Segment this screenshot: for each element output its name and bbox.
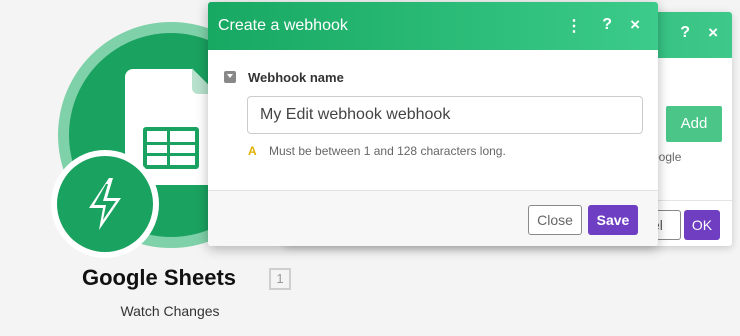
- close-icon[interactable]: ×: [630, 15, 640, 35]
- hint-icon: A: [248, 144, 257, 158]
- module-number-badge: 1: [269, 268, 291, 290]
- more-options-icon[interactable]: ⋮: [566, 16, 582, 36]
- dialog-title: Create a webhook: [218, 17, 348, 34]
- add-button-arrow: [658, 116, 666, 132]
- webhook-name-input[interactable]: [247, 96, 643, 134]
- dialog-footer: Close Save: [208, 190, 658, 246]
- add-button[interactable]: Add: [666, 106, 722, 142]
- close-button[interactable]: Close: [528, 205, 582, 235]
- lightning-bolt-icon: [89, 178, 121, 230]
- ok-button[interactable]: OK: [684, 210, 720, 240]
- help-icon[interactable]: ?: [680, 24, 690, 42]
- module-subtitle: Watch Changes: [120, 303, 220, 319]
- trigger-badge: [51, 150, 159, 258]
- close-icon[interactable]: ×: [708, 23, 718, 43]
- spreadsheet-grid-icon: [143, 127, 199, 169]
- webhook-name-hint: Must be between 1 and 128 characters lon…: [269, 144, 506, 158]
- create-webhook-dialog: Create a webhook ⋮ ? × Webhook name A Mu…: [208, 2, 658, 246]
- webhook-name-label: Webhook name: [248, 70, 344, 85]
- save-button[interactable]: Save: [588, 205, 638, 235]
- module-title: Google Sheets: [82, 265, 237, 290]
- help-icon[interactable]: ?: [602, 16, 612, 34]
- dialog-header: Create a webhook ⋮ ? ×: [208, 2, 658, 50]
- field-collapse-toggle[interactable]: [224, 71, 236, 83]
